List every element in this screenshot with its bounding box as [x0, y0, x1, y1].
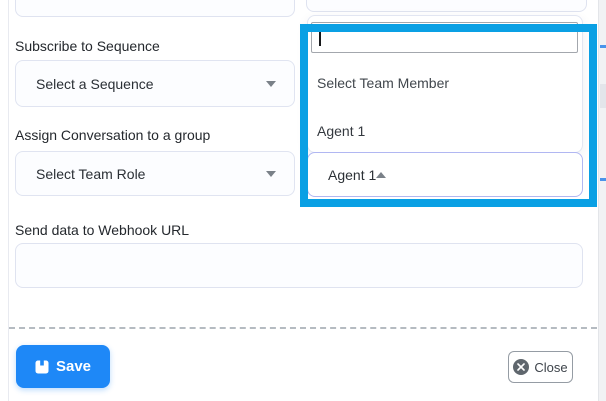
chevron-up-icon [376, 172, 386, 178]
team-role-select[interactable]: Select Team Role [15, 151, 295, 196]
chevron-down-icon [266, 171, 276, 177]
dropdown-option-label: Select Team Member [317, 75, 449, 91]
webhook-url-label: Send data to Webhook URL [15, 222, 189, 238]
team-member-select-value: Agent 1 [328, 167, 376, 183]
text-cursor [319, 28, 321, 46]
modal-left-border [8, 0, 9, 401]
background-blue-fragment [600, 45, 606, 48]
modal-screen: M Subscribe to Sequence Select a Sequenc… [0, 0, 606, 401]
background-page-strip: M [598, 0, 606, 401]
sequence-select[interactable]: Select a Sequence [15, 60, 295, 107]
background-gray-fragment [600, 84, 606, 108]
sequence-select-value: Select a Sequence [36, 76, 266, 92]
dropdown-option-agent-1[interactable]: Agent 1 [308, 116, 582, 146]
team-member-select[interactable]: Agent 1 [307, 152, 583, 197]
save-icon [35, 360, 49, 374]
save-button-label: Save [56, 358, 91, 375]
footer-dashed-divider [9, 327, 597, 329]
truncated-input-top-left[interactable] [15, 0, 295, 17]
close-button-label: Close [534, 360, 567, 375]
subscribe-sequence-label: Subscribe to Sequence [15, 38, 160, 54]
save-button[interactable]: Save [16, 345, 110, 388]
dropdown-option-label: Agent 1 [317, 123, 365, 139]
chevron-down-icon [266, 81, 276, 87]
close-button[interactable]: Close [508, 351, 573, 383]
team-member-search-input[interactable] [311, 22, 578, 53]
background-blue-fragment [600, 178, 606, 181]
team-role-select-value: Select Team Role [36, 166, 266, 182]
close-icon [513, 359, 529, 375]
truncated-input-top-right[interactable] [306, 0, 587, 12]
dropdown-option-select-team-member[interactable]: Select Team Member [308, 68, 582, 98]
webhook-url-input[interactable] [15, 243, 583, 288]
assign-group-label: Assign Conversation to a group [15, 127, 210, 143]
